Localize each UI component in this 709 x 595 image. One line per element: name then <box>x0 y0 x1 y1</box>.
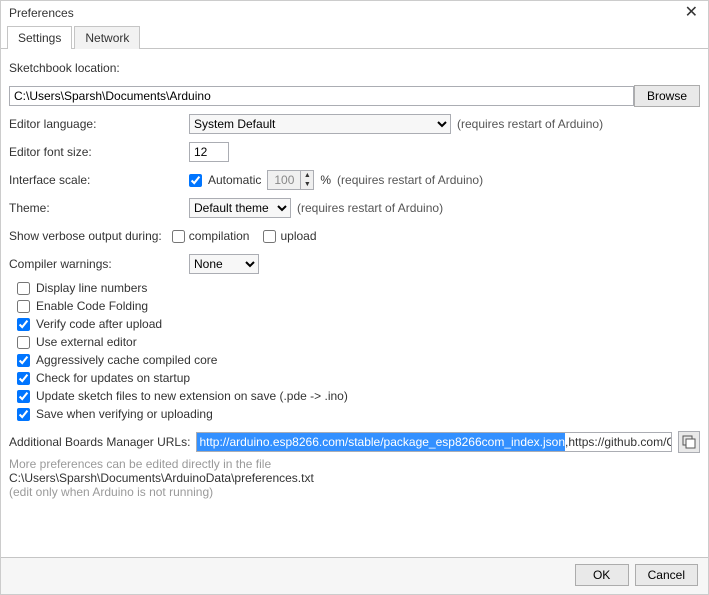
verbose-output-label: Show verbose output during: <box>9 229 162 243</box>
update-sketch-ext-checkbox[interactable] <box>17 390 30 403</box>
editor-language-label: Editor language: <box>9 117 189 131</box>
editor-font-size-label: Editor font size: <box>9 145 189 159</box>
scale-value-input <box>268 171 300 189</box>
edit-only-note: (edit only when Arduino is not running) <box>9 485 700 499</box>
restart-note-2: (requires restart of Arduino) <box>337 173 483 187</box>
external-editor-label: Use external editor <box>36 335 137 349</box>
compilation-label: compilation <box>189 229 250 243</box>
verify-code-checkbox[interactable] <box>17 318 30 331</box>
prefs-path[interactable]: C:\Users\Sparsh\Documents\ArduinoData\pr… <box>9 471 700 485</box>
chevron-up-icon[interactable]: ▲ <box>301 171 313 180</box>
window-icon <box>682 435 696 449</box>
external-editor-checkbox[interactable] <box>17 336 30 349</box>
compilation-checkbox[interactable] <box>172 230 185 243</box>
scale-spinner[interactable]: ▲▼ <box>267 170 314 190</box>
check-updates-label: Check for updates on startup <box>36 371 190 385</box>
editor-language-select[interactable]: System Default <box>189 114 451 134</box>
upload-label: upload <box>280 229 316 243</box>
ok-button[interactable]: OK <box>575 564 629 586</box>
boards-urls-input[interactable]: http://arduino.esp8266.com/stable/packag… <box>196 432 672 452</box>
more-prefs-note: More preferences can be edited directly … <box>9 457 700 471</box>
display-line-numbers-label: Display line numbers <box>36 281 147 295</box>
restart-note: (requires restart of Arduino) <box>457 117 603 131</box>
display-line-numbers-checkbox[interactable] <box>17 282 30 295</box>
automatic-scale-checkbox[interactable] <box>189 174 202 187</box>
compiler-warnings-select[interactable]: None <box>189 254 259 274</box>
expand-urls-button[interactable] <box>678 431 700 453</box>
boards-urls-selected-text: http://arduino.esp8266.com/stable/packag… <box>197 433 565 451</box>
cache-core-label: Aggressively cache compiled core <box>36 353 217 367</box>
update-sketch-ext-label: Update sketch files to new extension on … <box>36 389 348 403</box>
theme-label: Theme: <box>9 201 189 215</box>
automatic-label: Automatic <box>208 173 261 187</box>
chevron-down-icon[interactable]: ▼ <box>301 180 313 189</box>
theme-select[interactable]: Default theme <box>189 198 291 218</box>
compiler-warnings-label: Compiler warnings: <box>9 257 189 271</box>
tabs: Settings Network <box>1 25 708 49</box>
sketchbook-location-label: Sketchbook location: <box>9 61 120 75</box>
save-verify-checkbox[interactable] <box>17 408 30 421</box>
boards-urls-rest-text: ,https://github.com/Optiboot/opt <box>565 433 672 451</box>
sketchbook-location-input[interactable] <box>9 86 634 106</box>
tab-network[interactable]: Network <box>74 26 140 49</box>
percent-label: % <box>320 173 331 187</box>
cache-core-checkbox[interactable] <box>17 354 30 367</box>
browse-button[interactable]: Browse <box>634 85 700 107</box>
enable-code-folding-label: Enable Code Folding <box>36 299 148 313</box>
window-title: Preferences <box>9 6 74 20</box>
upload-checkbox[interactable] <box>263 230 276 243</box>
close-icon[interactable]: ✕ <box>679 5 704 21</box>
restart-note-3: (requires restart of Arduino) <box>297 201 443 215</box>
verify-code-label: Verify code after upload <box>36 317 162 331</box>
cancel-button[interactable]: Cancel <box>635 564 698 586</box>
tab-settings[interactable]: Settings <box>7 26 72 49</box>
check-updates-checkbox[interactable] <box>17 372 30 385</box>
save-verify-label: Save when verifying or uploading <box>36 407 213 421</box>
boards-urls-label: Additional Boards Manager URLs: <box>9 435 190 449</box>
editor-font-size-input[interactable] <box>189 142 229 162</box>
enable-code-folding-checkbox[interactable] <box>17 300 30 313</box>
interface-scale-label: Interface scale: <box>9 173 189 187</box>
